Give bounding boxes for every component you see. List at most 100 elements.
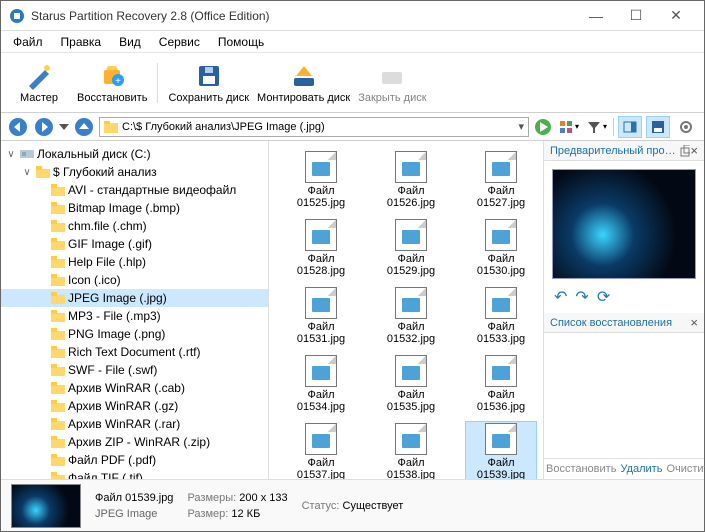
preview-close-icon[interactable]: × [690, 143, 698, 158]
mount-icon [290, 62, 318, 90]
maximize-button[interactable]: ☐ [616, 2, 656, 30]
disk-icon [651, 120, 665, 134]
address-path: C:\$ Глубокий анализ\JPEG Image (.jpg) [122, 121, 325, 133]
save-toggle[interactable] [646, 116, 670, 138]
preview-toggle[interactable] [618, 116, 642, 138]
toolbar-separator [157, 63, 158, 103]
wizard-button[interactable]: Мастер [9, 62, 69, 104]
wand-icon [25, 62, 53, 90]
tree-item[interactable]: GIF Image (.gif) [1, 235, 268, 253]
file-item[interactable]: Файл01533.jpg [465, 285, 537, 347]
minimize-button[interactable]: — [576, 2, 616, 30]
menu-file[interactable]: Файл [5, 33, 51, 51]
status-dims-value: 200 x 133 [239, 492, 287, 504]
image-file-icon [395, 423, 427, 455]
tree-item[interactable]: JPEG Image (.jpg) [1, 289, 268, 307]
file-item[interactable]: Файл01532.jpg [375, 285, 447, 347]
image-file-icon [395, 355, 427, 387]
image-file-icon [485, 423, 517, 455]
tree-item[interactable]: Архив WinRAR (.gz) [1, 397, 268, 415]
tree-item[interactable]: Rich Text Document (.rtf) [1, 343, 268, 361]
status-size-value: 12 КБ [231, 508, 260, 520]
reclist-close-icon[interactable]: × [690, 315, 698, 330]
close-button[interactable]: ✕ [656, 2, 696, 30]
image-file-icon [485, 287, 517, 319]
menu-service[interactable]: Сервис [151, 33, 208, 51]
image-file-icon [395, 151, 427, 183]
image-file-icon [395, 219, 427, 251]
rotate-left-icon[interactable]: ↶ [554, 287, 567, 307]
folder-tree[interactable]: ∨Локальный диск (C:)∨$ Глубокий анализAV… [1, 141, 269, 479]
tree-item[interactable]: Файл PDF (.pdf) [1, 451, 268, 469]
recovery-list[interactable] [544, 333, 704, 458]
file-item[interactable]: Файл01530.jpg [465, 217, 537, 279]
image-file-icon [485, 219, 517, 251]
tree-item[interactable]: SWF - File (.swf) [1, 361, 268, 379]
mountdisk-button[interactable]: Монтировать диск [257, 62, 350, 104]
tree-item[interactable]: AVI - стандартные видеофайл [1, 181, 268, 199]
tree-item[interactable]: PNG Image (.png) [1, 325, 268, 343]
tree-root[interactable]: ∨Локальный диск (C:) [1, 145, 268, 163]
wizard-label: Мастер [20, 92, 58, 104]
preview-header: Предварительный просмотр × [544, 141, 704, 161]
image-file-icon [305, 219, 337, 251]
view-mode-button[interactable]: ▾ [557, 116, 581, 138]
tree-item[interactable]: Архив WinRAR (.cab) [1, 379, 268, 397]
tree-deep-analysis[interactable]: ∨$ Глубокий анализ [1, 163, 268, 181]
file-item[interactable]: Файл01534.jpg [285, 353, 357, 415]
recover-icon: + [98, 62, 126, 90]
closedisk-label: Закрыть диск [358, 92, 426, 104]
side-delete[interactable]: Удалить [618, 459, 664, 479]
nav-up[interactable] [73, 116, 95, 138]
menu-edit[interactable]: Правка [53, 33, 110, 51]
status-size-label: Размер: [187, 508, 228, 520]
recover-button[interactable]: + Восстановить [77, 62, 147, 104]
file-item[interactable]: Файл01535.jpg [375, 353, 447, 415]
nav-back[interactable] [7, 116, 29, 138]
tree-item[interactable]: Файл TIF (.tif) [1, 469, 268, 479]
filter-button[interactable]: ▾ [585, 116, 609, 138]
tree-item[interactable]: Icon (.ico) [1, 271, 268, 289]
app-icon [9, 8, 25, 24]
file-item[interactable]: Файл01537.jpg [285, 421, 357, 479]
file-item[interactable]: Файл01529.jpg [375, 217, 447, 279]
mountdisk-label: Монтировать диск [257, 92, 350, 104]
options-button[interactable] [674, 116, 698, 138]
menu-view[interactable]: Вид [111, 33, 149, 51]
toolbar: Мастер + Восстановить Сохранить диск Мон… [1, 53, 704, 113]
file-item[interactable]: Файл01536.jpg [465, 353, 537, 415]
status-dims-label: Размеры: [187, 492, 236, 504]
file-item[interactable]: Файл01531.jpg [285, 285, 357, 347]
nav-history-dropdown[interactable] [59, 122, 69, 132]
svg-text:+: + [115, 76, 121, 87]
refresh-icon[interactable]: ⟳ [597, 287, 610, 307]
file-pane[interactable]: Файл01525.jpgФайл01526.jpgФайл01527.jpgФ… [269, 141, 544, 479]
rotate-right-icon[interactable]: ↷ [575, 287, 588, 307]
address-bar[interactable]: C:\$ Глубокий анализ\JPEG Image (.jpg) ▾ [99, 117, 529, 137]
image-file-icon [305, 287, 337, 319]
image-file-icon [485, 355, 517, 387]
savedisk-button[interactable]: Сохранить диск [168, 62, 249, 104]
file-item[interactable]: Файл01538.jpg [375, 421, 447, 479]
status-bar: Файл 01539.jpg JPEG Image Размеры: 200 x… [1, 479, 704, 531]
status-thumbnail [11, 484, 81, 528]
tree-item[interactable]: Help File (.hlp) [1, 253, 268, 271]
file-item[interactable]: Файл01525.jpg [285, 149, 357, 211]
file-item[interactable]: Файл01526.jpg [375, 149, 447, 211]
main-area: ∨Локальный диск (C:)∨$ Глубокий анализAV… [1, 141, 704, 479]
address-dropdown-icon[interactable]: ▾ [518, 120, 524, 133]
image-file-icon [305, 423, 337, 455]
tree-item[interactable]: MP3 - File (.mp3) [1, 307, 268, 325]
file-item[interactable]: Файл01527.jpg [465, 149, 537, 211]
popout-icon[interactable] [680, 145, 691, 157]
tree-item[interactable]: Архив WinRAR (.rar) [1, 415, 268, 433]
nav-forward[interactable] [33, 116, 55, 138]
file-item[interactable]: Файл01539.jpg [465, 421, 537, 479]
tree-item[interactable]: Bitmap Image (.bmp) [1, 199, 268, 217]
tree-item[interactable]: chm.file (.chm) [1, 217, 268, 235]
tree-item[interactable]: Архив ZIP - WinRAR (.zip) [1, 433, 268, 451]
file-item[interactable]: Файл01528.jpg [285, 217, 357, 279]
nav-go[interactable] [533, 117, 553, 137]
status-filetype: JPEG Image [95, 508, 173, 520]
menu-help[interactable]: Помощь [210, 33, 272, 51]
